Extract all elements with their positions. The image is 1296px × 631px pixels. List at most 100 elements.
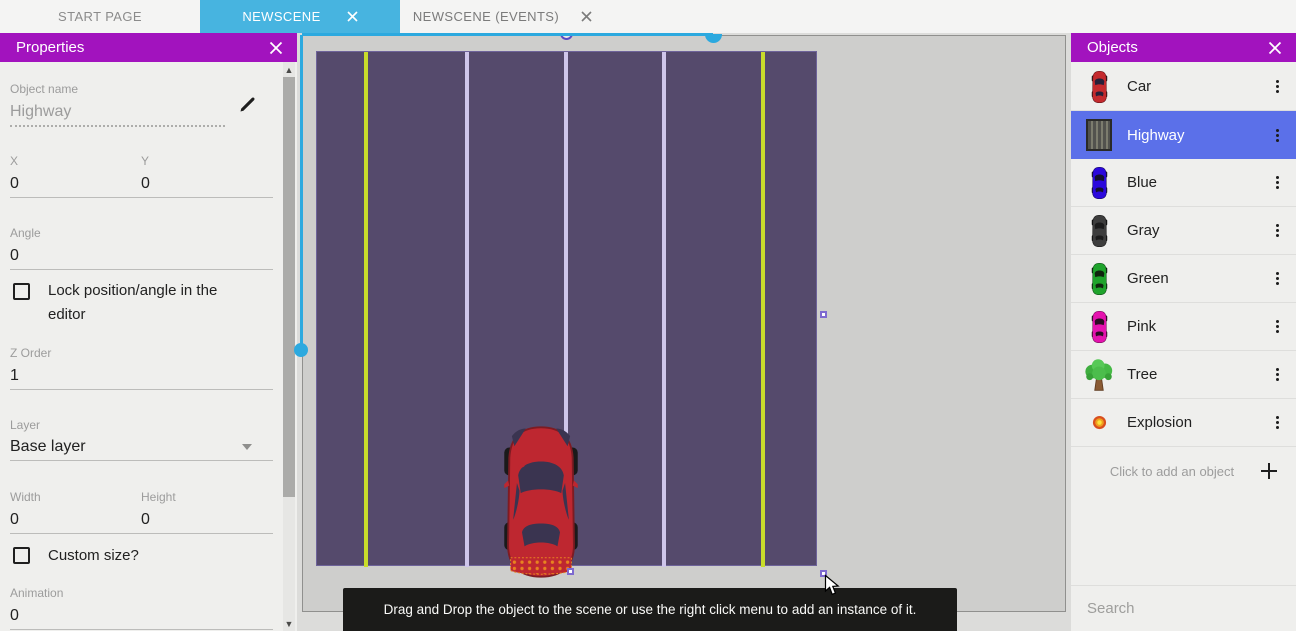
horizontal-scrollbar[interactable] [302,33,713,36]
tab-label: START PAGE [58,9,142,24]
kebab-menu-icon[interactable] [1267,80,1296,93]
search-input[interactable] [1087,600,1286,617]
object-row-explosion[interactable]: Explosion [1071,399,1296,447]
close-icon[interactable] [1268,41,1282,55]
scene-canvas[interactable] [302,35,1066,612]
add-object-hint: Click to add an object [1071,464,1259,479]
tab-label: NEWSCENE (EVENTS) [413,9,559,24]
explosion-icon [1092,415,1107,430]
objects-panel-header: Objects [1071,33,1296,62]
car-icon [1091,71,1108,103]
scroll-down-icon[interactable]: ▼ [283,617,295,631]
tab-newscene-events[interactable]: NEWSCENE (EVENTS) [400,0,605,33]
highway-icon [1086,119,1112,151]
drag-drop-tooltip: Drag and Drop the object to the scene or… [343,588,957,631]
object-row-gray[interactable]: Gray [1071,207,1296,255]
add-object-row[interactable]: Click to add an object [1071,447,1296,495]
kebab-menu-icon[interactable] [1267,368,1296,381]
object-label: Car [1127,78,1267,95]
panel-scrollbar-thumb[interactable] [283,77,295,497]
plus-icon[interactable] [1259,461,1279,481]
width-value[interactable]: 0 [10,511,19,529]
y-value[interactable]: 0 [141,175,150,193]
close-icon[interactable] [269,41,283,55]
car-icon [1091,311,1108,343]
kebab-menu-icon[interactable] [1267,176,1296,189]
kebab-menu-icon[interactable] [1267,320,1296,333]
object-row-pink[interactable]: Pink [1071,303,1296,351]
object-label: Explosion [1127,414,1267,431]
object-label: Gray [1127,222,1267,239]
object-label: Tree [1127,366,1267,383]
objects-panel: Objects Car Highway Blue [1070,33,1296,631]
car-icon [1091,215,1108,247]
angle-underline [10,269,273,270]
animation-underline [10,629,273,630]
properties-panel: Properties Object name Highway X 0 Y 0 A… [0,33,297,631]
panel-title: Objects [1087,39,1138,56]
layer-underline [10,460,273,461]
pencil-icon[interactable] [238,94,258,114]
vertical-scrollbar-thumb[interactable] [294,343,308,357]
layer-select-value[interactable]: Base layer [10,438,86,456]
angle-value[interactable]: 0 [10,247,19,265]
object-label: Blue [1127,174,1267,191]
lane-line [662,52,666,567]
properties-panel-header: Properties [0,33,297,62]
width-label: Width [10,490,41,504]
chevron-down-icon[interactable] [242,444,252,450]
animation-value[interactable]: 0 [10,607,19,625]
lane-line [761,52,765,567]
object-label: Highway [1127,127,1267,144]
object-name-value[interactable]: Highway [10,103,71,121]
kebab-menu-icon[interactable] [1267,129,1296,142]
object-row-blue[interactable]: Blue [1071,159,1296,207]
car-instance[interactable] [503,426,579,578]
car-icon [1091,167,1108,199]
object-row-green[interactable]: Green [1071,255,1296,303]
object-row-tree[interactable]: Tree [1071,351,1296,399]
tab-newscene[interactable]: NEWSCENE [200,0,400,33]
object-label: Pink [1127,318,1267,335]
resize-handle-right[interactable] [820,311,827,318]
object-row-highway[interactable]: Highway [1071,111,1296,159]
kebab-menu-icon[interactable] [1267,224,1296,237]
kebab-menu-icon[interactable] [1267,272,1296,285]
angle-label: Angle [10,226,41,240]
vertical-scrollbar[interactable] [300,35,303,350]
object-label: Green [1127,270,1267,287]
x-label: X [10,154,18,168]
size-underline [10,533,273,534]
close-icon[interactable] [581,11,592,22]
search-row [1071,585,1296,631]
object-row-car[interactable]: Car [1071,63,1296,111]
custom-size-checkbox[interactable] [13,547,30,564]
tab-bar: START PAGE NEWSCENE NEWSCENE (EVENTS) [0,0,1296,33]
tab-start-page[interactable]: START PAGE [0,0,200,33]
mouse-cursor [824,574,841,597]
lock-position-checkbox[interactable] [13,283,30,300]
lane-line [465,52,469,567]
resize-handle-bottom[interactable] [567,568,574,575]
tab-label: NEWSCENE [242,9,320,24]
object-name-label: Object name [10,82,78,96]
scroll-up-icon[interactable]: ▲ [283,63,295,77]
scene-area: Drag and Drop the object to the scene or… [297,33,1070,631]
tree-icon [1082,358,1116,392]
xy-underline [10,197,273,198]
tooltip-text: Drag and Drop the object to the scene or… [384,602,917,617]
z-order-label: Z Order [10,346,51,360]
car-icon [1091,263,1108,295]
kebab-menu-icon[interactable] [1267,416,1296,429]
x-value[interactable]: 0 [10,175,19,193]
lane-line [364,52,368,567]
z-order-value[interactable]: 1 [10,367,19,385]
height-value[interactable]: 0 [141,511,150,529]
layer-label: Layer [10,418,40,432]
object-name-underline [10,125,225,127]
custom-size-label: Custom size? [48,544,139,568]
panel-title: Properties [16,39,84,56]
z-order-underline [10,389,273,390]
close-icon[interactable] [347,11,358,22]
animation-label: Animation [10,586,63,600]
